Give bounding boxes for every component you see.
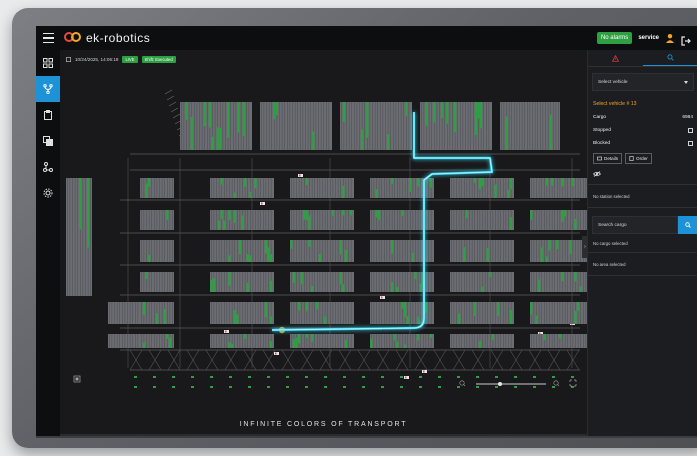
live-badge: LIVE <box>122 56 138 63</box>
gear-icon <box>43 188 53 198</box>
blocked-row: Blocked <box>593 137 693 150</box>
map-layout <box>66 89 587 388</box>
menu-icon <box>42 31 54 45</box>
sidebar-item-network[interactable] <box>36 154 60 180</box>
layers-icon <box>43 136 53 146</box>
panel-collapse-handle[interactable]: › <box>582 236 588 258</box>
warehouse-map[interactable]: 10/24/2025, 14:06:18 LIVE Shift: Execute… <box>60 50 587 436</box>
logout-icon[interactable] <box>681 33 691 46</box>
search-icon <box>685 222 691 228</box>
area-message: No area selected <box>593 261 626 267</box>
tagline: INFINITE COLORS OF TRANSPORT <box>239 421 408 428</box>
cargo-search: Search cargo <box>592 216 697 234</box>
divider <box>588 207 697 208</box>
screen-bottom-edge <box>36 436 697 438</box>
stopped-label: Stopped <box>593 128 611 133</box>
order-button-label: Order <box>636 156 648 161</box>
menu-button[interactable] <box>36 26 60 50</box>
cargo-label: Cargo <box>593 115 607 120</box>
vehicle-actions: Details Order <box>593 153 693 164</box>
details-button[interactable]: Details <box>593 153 623 164</box>
selected-vehicle-title: Select vehicle # 13 <box>593 101 637 107</box>
map-status-bar: 10/24/2025, 14:06:18 LIVE Shift: Execute… <box>66 56 176 63</box>
stopped-row: Stopped <box>593 124 693 137</box>
station-message: No station selected <box>593 193 630 199</box>
vehicle-select[interactable]: Select vehicle <box>592 73 694 91</box>
order-button[interactable]: Order <box>625 153 652 164</box>
order-icon <box>629 156 634 161</box>
tab-alarms[interactable] <box>588 50 643 66</box>
sidebar-item-settings[interactable] <box>36 180 60 206</box>
cargo-row: Cargo 6984 <box>593 111 693 124</box>
logo: ek-robotics <box>64 31 150 45</box>
grid-icon <box>43 58 53 68</box>
calendar-icon <box>66 57 71 62</box>
cargo-search-input[interactable]: Search cargo <box>592 216 678 234</box>
alarm-status-badge[interactable]: No alarms <box>596 32 633 44</box>
sidebar-item-dashboard[interactable] <box>36 50 60 76</box>
logo-rings-icon <box>64 32 84 44</box>
storage-racks <box>66 102 587 348</box>
details-icon <box>597 156 602 161</box>
details-button-label: Details <box>604 156 619 161</box>
sidebar-item-layers[interactable] <box>36 128 60 154</box>
cargo-message: No cargo selected <box>593 240 628 246</box>
brand-name: ek-robotics <box>86 31 151 45</box>
warning-icon <box>612 54 619 62</box>
user-icon[interactable] <box>665 33 675 43</box>
top-bar: ek-robotics No alarms service <box>36 26 697 50</box>
tab-search[interactable] <box>643 50 697 66</box>
stopped-checkbox[interactable] <box>688 128 693 133</box>
blocked-checkbox[interactable] <box>688 141 693 146</box>
route-fork-icon <box>43 84 53 94</box>
visibility-toggle[interactable] <box>593 169 693 179</box>
sidebar-item-routes[interactable] <box>36 76 60 102</box>
user-name: service <box>638 35 659 41</box>
divider <box>588 275 697 276</box>
cargo-value: 6984 <box>682 115 693 120</box>
search-icon <box>667 54 674 61</box>
app-screen: ek-robotics No alarms service 10/24/2025… <box>36 26 697 436</box>
chevron-down-icon <box>684 80 688 84</box>
vehicle-select-value: Select vehicle <box>598 79 628 85</box>
blocked-label: Blocked <box>593 141 611 146</box>
clipboard-icon <box>44 110 52 120</box>
cargo-search-button[interactable] <box>678 216 697 234</box>
vehicle-panel: › Select vehicle Select vehicle # 13 Car… <box>582 50 697 436</box>
map-timestamp: 10/24/2025, 14:06:18 <box>75 57 119 62</box>
sidebar-item-orders[interactable] <box>36 102 60 128</box>
panel-tabs <box>588 50 697 67</box>
eye-off-icon <box>593 171 601 177</box>
network-icon <box>43 162 53 172</box>
sidebar <box>36 50 60 436</box>
shift-badge: Shift: Executed <box>141 56 176 63</box>
